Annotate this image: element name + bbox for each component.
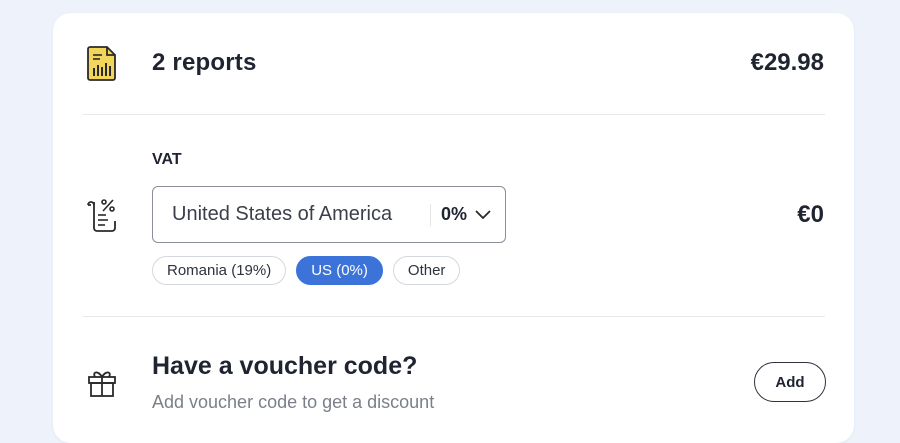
chip-us[interactable]: US (0%) [296,256,383,285]
divider [83,114,825,115]
voucher-title: Have a voucher code? [152,352,418,380]
chevron-down-icon [475,210,491,219]
divider [83,316,825,317]
gift-icon [88,371,116,397]
chip-other[interactable]: Other [392,256,461,285]
order-summary-card: 2 reports €29.98 VAT United States of Am… [53,13,854,443]
add-voucher-button[interactable]: Add [754,362,826,402]
vat-preset-chips: Romania (19%) US (0%) Other [152,256,461,285]
vat-amount: €0 [797,201,824,228]
receipt-percent-icon [87,199,116,232]
selected-country: United States of America [172,203,393,225]
country-select[interactable]: United States of America 0% [152,186,506,243]
report-document-icon [87,46,116,81]
vat-label: VAT [152,151,182,168]
selected-vat-rate: 0% [440,204,467,224]
report-count-title: 2 reports [152,49,257,76]
voucher-subtitle: Add voucher code to get a discount [152,392,435,412]
chip-romania[interactable]: Romania (19%) [152,256,287,285]
report-price: €29.98 [750,49,824,76]
